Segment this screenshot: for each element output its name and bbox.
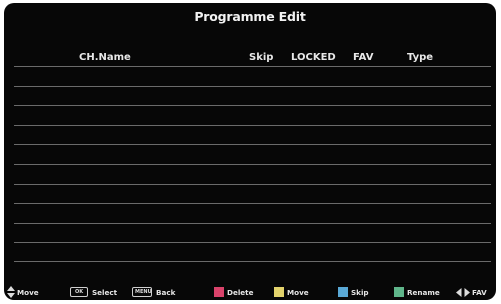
hint-back-label: Back — [156, 287, 176, 297]
hint-skip-label: Skip — [351, 287, 369, 297]
footer-key-guide: Move OK Select MENU Back Delete Move Ski… — [4, 283, 496, 300]
green-button-icon — [394, 287, 404, 297]
red-button-icon — [214, 287, 224, 297]
channel-row[interactable] — [14, 85, 491, 106]
column-header-type: Type — [407, 52, 434, 63]
hint-rename-label: Rename — [407, 287, 440, 297]
menu-title: Programme Edit — [194, 9, 306, 24]
channel-row[interactable] — [14, 124, 491, 145]
channel-list — [14, 66, 491, 262]
hint-rename: Rename — [394, 283, 440, 300]
channel-row[interactable] — [14, 144, 491, 164]
hint-select: OK Select — [70, 283, 117, 300]
hint-delete-label: Delete — [227, 287, 254, 297]
hint-select-label: Select — [92, 287, 118, 297]
channel-row[interactable] — [14, 203, 491, 223]
column-header-locked: LOCKED — [291, 52, 336, 63]
channel-row[interactable] — [14, 105, 491, 125]
tv-menu-screen: Programme Edit CH.Name Skip LOCKED FAV T… — [4, 3, 496, 300]
yellow-button-icon — [274, 287, 284, 297]
hint-fav: FAV — [456, 283, 487, 300]
menu-key-icon: MENU — [132, 287, 152, 297]
channel-row[interactable] — [14, 66, 491, 86]
channel-row[interactable] — [14, 163, 491, 184]
hint-move2-label: Move — [287, 287, 309, 297]
ok-key-icon: OK — [70, 287, 88, 297]
hint-move: Move — [7, 283, 39, 300]
hint-back: MENU Back — [132, 283, 175, 300]
column-header-fav: FAV — [353, 52, 374, 63]
hint-skip: Skip — [338, 283, 369, 300]
column-header-ch-name: CH.Name — [79, 52, 131, 63]
channel-row[interactable] — [14, 183, 491, 204]
channel-row[interactable] — [14, 242, 491, 262]
up-down-arrow-icon — [7, 286, 15, 298]
hint-move-label: Move — [17, 287, 39, 297]
column-header-skip: Skip — [249, 52, 274, 63]
channel-row[interactable] — [14, 222, 491, 243]
hint-delete: Delete — [214, 283, 254, 300]
hint-fav-label: FAV — [472, 287, 487, 297]
hint-move-yellow: Move — [274, 283, 309, 300]
blue-button-icon — [338, 287, 348, 297]
left-right-arrow-icon — [456, 287, 470, 297]
